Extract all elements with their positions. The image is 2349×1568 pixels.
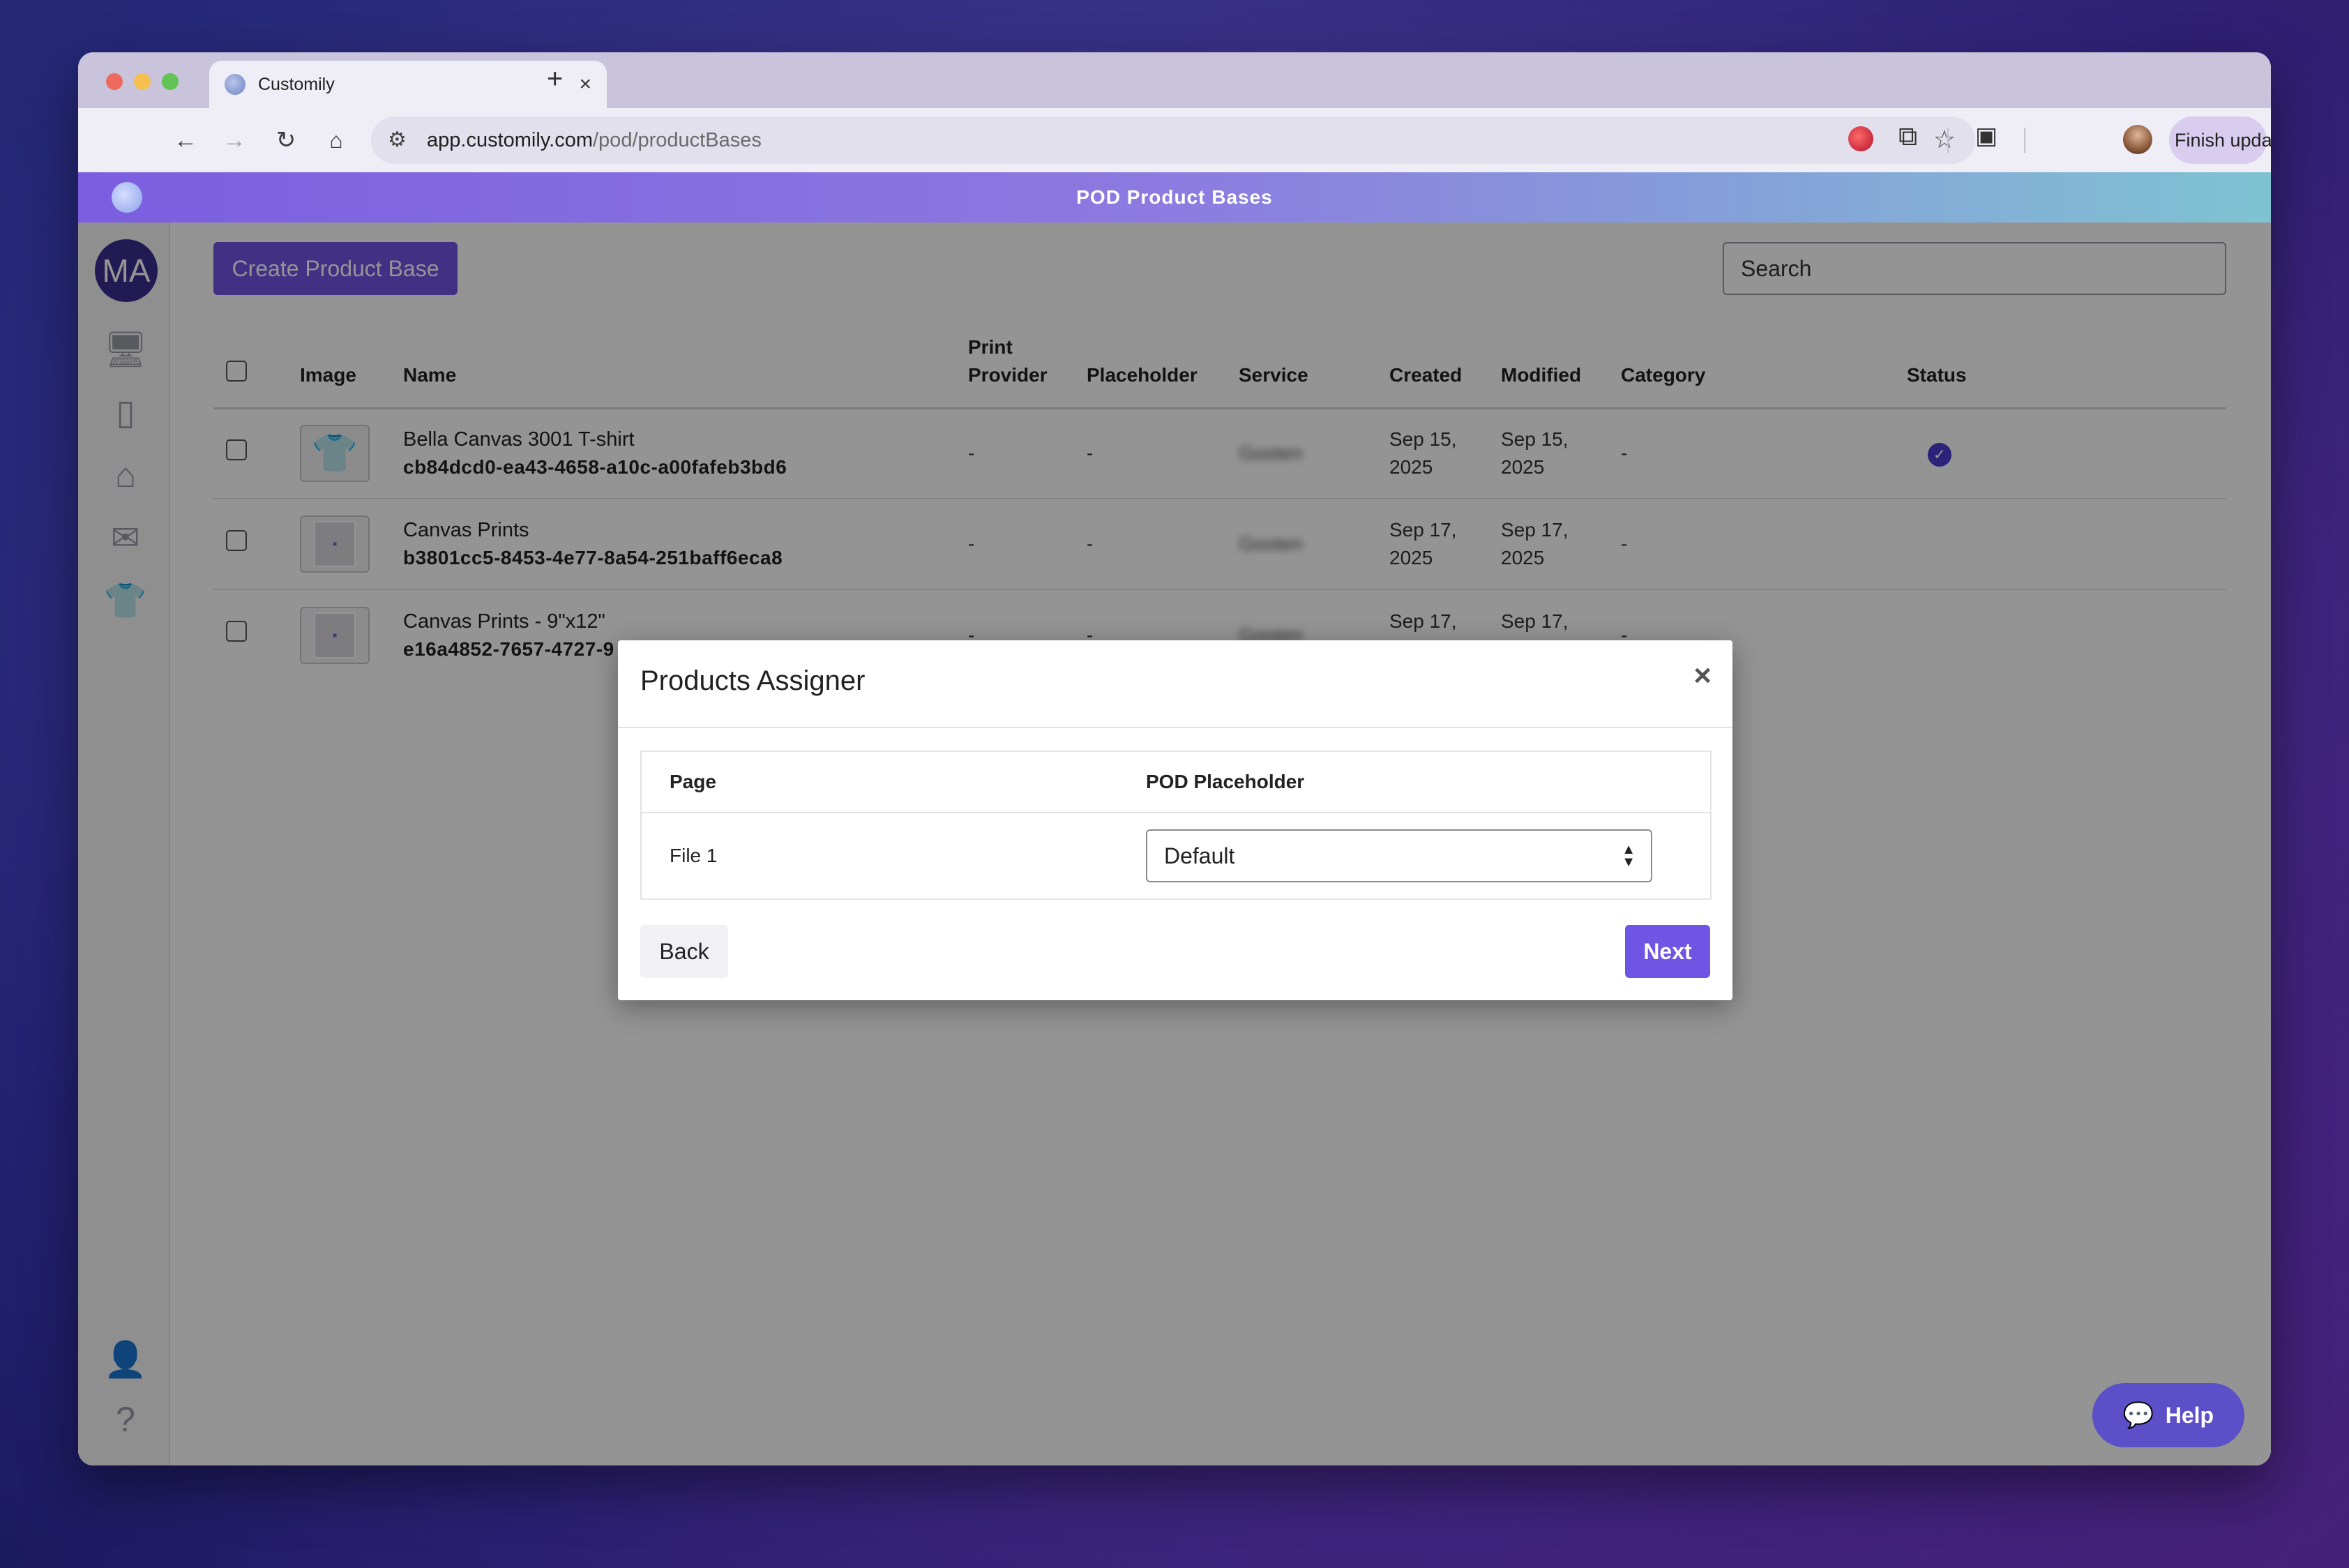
help-label: Help [2165, 1402, 2214, 1428]
next-button[interactable]: Next [1625, 925, 1710, 978]
site-settings-icon[interactable]: ⚙ [388, 128, 407, 152]
row-placeholder-cell: Default ▲ ▼ [1146, 813, 1711, 899]
tab-close-icon[interactable]: × [579, 73, 591, 96]
tab-strip: Customily × + [78, 52, 2271, 108]
select-value: Default [1164, 843, 1235, 868]
page-title: POD Product Bases [1076, 186, 1273, 208]
assigner-table: Page POD Placeholder File 1 Default ▲ ▼ [640, 751, 1712, 900]
extension-icon[interactable] [1848, 126, 1873, 151]
modal-title: Products Assigner [640, 665, 866, 696]
products-assigner-modal: Products Assigner × Page POD Placeholder… [618, 640, 1732, 1000]
modal-header: Products Assigner × [618, 640, 1732, 728]
finish-update-button[interactable]: Finish update [2169, 116, 2271, 164]
chat-bubble-icon: 💬 [2122, 1401, 2154, 1429]
back-button[interactable]: Back [640, 925, 728, 978]
maximize-window-button[interactable] [162, 73, 179, 90]
pod-placeholder-select[interactable]: Default ▲ ▼ [1146, 829, 1652, 882]
new-tab-button[interactable]: + [547, 63, 563, 95]
col-page: Page [641, 751, 1146, 813]
help-button[interactable]: 💬 Help [2092, 1383, 2244, 1447]
browser-toolbar: ← → ↻ ⌂ ⚙ app.customily.com/pod/productB… [78, 108, 2271, 172]
tab-search-icon[interactable]: ▣ [1975, 122, 1997, 150]
extensions-puzzle-icon[interactable]: ⧉ [1898, 122, 1917, 152]
finish-update-label: Finish update [2175, 129, 2271, 151]
url-path: /pod/productBases [593, 128, 762, 151]
toolbar-divider [1947, 128, 1949, 153]
bookmark-star-icon[interactable]: ☆ [1933, 125, 1956, 154]
home-icon[interactable]: ⌂ [319, 123, 353, 157]
back-arrow-icon[interactable]: ← [169, 123, 202, 157]
tab-title: Customily [258, 74, 335, 94]
row-page: File 1 [670, 845, 718, 866]
url-host: app.customily.com [427, 128, 593, 151]
browser-window: Customily × + ← → ↻ ⌂ ⚙ app.customily.co… [78, 52, 2271, 1465]
col-pod-placeholder: POD Placeholder [1146, 751, 1711, 813]
customily-favicon-icon [225, 74, 246, 95]
close-icon[interactable]: × [1693, 658, 1712, 693]
reload-icon[interactable]: ↻ [269, 123, 303, 157]
app-header: POD Product Bases [78, 172, 2271, 223]
forward-arrow-icon[interactable]: → [218, 123, 251, 157]
close-window-button[interactable] [106, 73, 123, 90]
assigner-header-row: Page POD Placeholder [641, 751, 1711, 813]
minimize-window-button[interactable] [134, 73, 151, 90]
profile-avatar[interactable] [2123, 125, 2152, 154]
select-arrows-icon: ▲ ▼ [1622, 842, 1636, 870]
assigner-row: File 1 Default ▲ ▼ [641, 813, 1711, 899]
toolbar-divider [2024, 128, 2025, 153]
address-bar[interactable]: ⚙ app.customily.com/pod/productBases ☆ [371, 116, 1975, 164]
